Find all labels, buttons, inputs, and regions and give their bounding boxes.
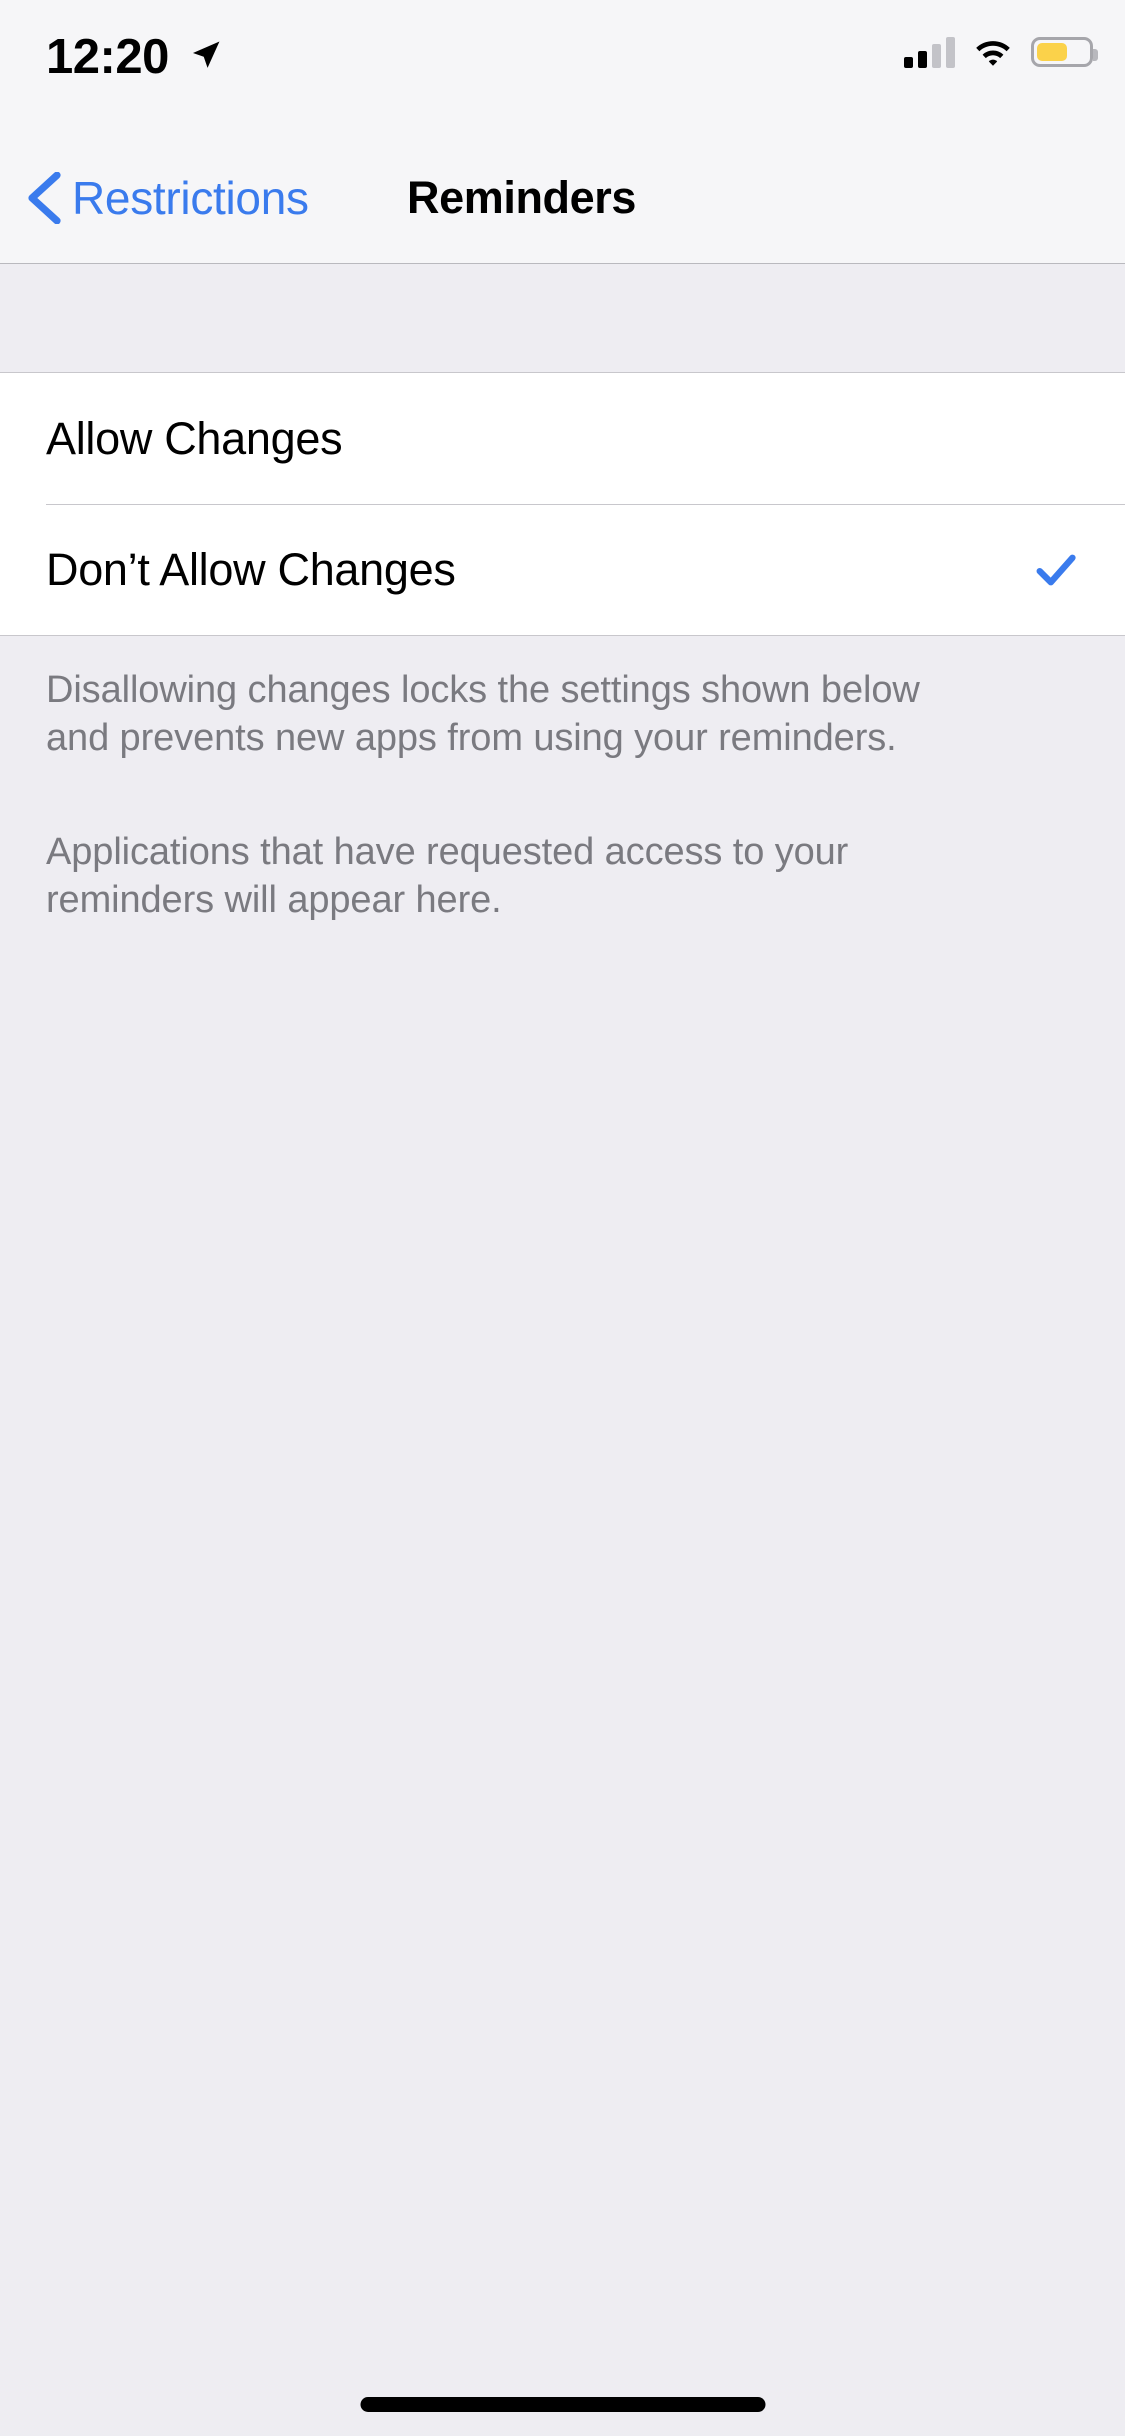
status-bar-indicators [904, 36, 1093, 68]
section-top-spacer [0, 265, 1125, 372]
wifi-icon [972, 36, 1014, 68]
footer-description-secondary: Applications that have requested access … [0, 762, 1010, 924]
footer-description-primary: Disallowing changes locks the settings s… [0, 636, 1010, 762]
battery-level-fill [1037, 43, 1067, 61]
settings-content: Allow Changes Don’t Allow Changes Disall… [0, 265, 1125, 2436]
status-bar-time: 12:20 [46, 30, 169, 84]
battery-cap [1093, 49, 1098, 61]
location-arrow-icon [189, 38, 223, 72]
home-indicator-bar[interactable] [360, 2397, 765, 2412]
status-bar: 12:20 [0, 0, 1125, 132]
navigation-bar: Restrictions Reminders [0, 132, 1125, 264]
option-label: Allow Changes [46, 413, 1079, 465]
cellular-signal-icon [904, 36, 955, 68]
option-row-allow-changes[interactable]: Allow Changes [0, 373, 1125, 504]
page-title: Reminders [0, 132, 1125, 264]
allow-changes-option-group: Allow Changes Don’t Allow Changes [0, 372, 1125, 636]
iphone-screen: 12:20 Restrictions Rem [0, 0, 1125, 2436]
battery-icon [1031, 37, 1093, 67]
option-row-dont-allow-changes[interactable]: Don’t Allow Changes [0, 504, 1125, 635]
checkmark-icon [1033, 547, 1079, 593]
option-label: Don’t Allow Changes [46, 544, 1033, 596]
